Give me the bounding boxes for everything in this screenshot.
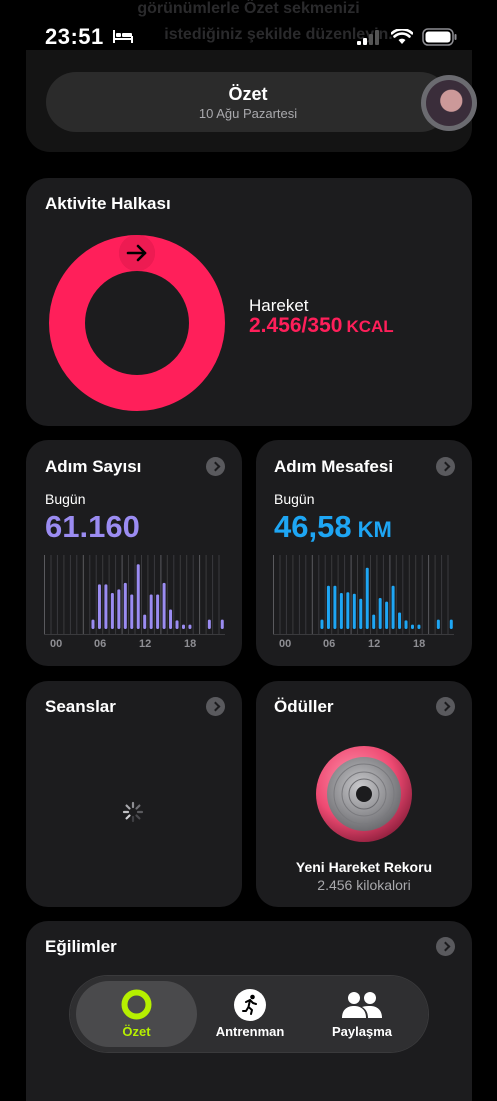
hour-bar xyxy=(156,594,160,629)
chevron-right-icon xyxy=(436,937,455,956)
wifi-icon xyxy=(391,29,413,44)
hour-bar xyxy=(162,582,166,629)
hour-bar xyxy=(143,614,147,629)
steps-axis-label-18: 18 xyxy=(184,638,197,650)
activity-rings-icon xyxy=(121,989,152,1020)
trends-title: Eğilimler xyxy=(45,937,117,956)
awards-card[interactable]: Ödüller Yeni Hareket Rekoru 2.456 kiloka… xyxy=(256,681,472,907)
hour-bar xyxy=(346,592,350,629)
page-date: 10 Ağu Pazartesi xyxy=(198,106,298,121)
tab-workout[interactable]: Antrenman xyxy=(205,981,295,1047)
hour-bar xyxy=(372,614,376,629)
hour-bar xyxy=(149,594,153,629)
tab-sharing-label: Paylaşma xyxy=(332,1024,392,1039)
running-figure-icon xyxy=(234,989,266,1021)
hour-bar xyxy=(320,619,324,629)
distance-axis-label-06: 06 xyxy=(323,638,336,650)
people-icon xyxy=(342,992,382,1018)
steps-card[interactable]: Adım Sayısı Bugün 61.160 00 06 12 18 xyxy=(26,440,242,666)
steps-period: Bugün xyxy=(45,491,86,507)
steps-hourly-chart xyxy=(44,555,225,635)
hour-bar xyxy=(169,609,173,629)
hour-bar xyxy=(404,620,408,629)
hour-bar xyxy=(378,598,382,629)
steps-axis-label-06: 06 xyxy=(94,638,107,650)
hour-bar xyxy=(339,593,343,629)
hour-bar xyxy=(220,619,224,629)
sessions-title: Seanslar xyxy=(45,697,116,716)
activity-ring-card[interactable]: Aktivite Halkası Hareket 2.456/350 KCAL xyxy=(26,178,472,426)
activity-ring-chart xyxy=(49,235,225,411)
award-name: Yeni Hareket Rekoru xyxy=(295,859,433,875)
tab-summary-label: Özet xyxy=(122,1024,151,1039)
chevron-right-icon xyxy=(206,457,225,476)
page-title: Özet xyxy=(228,84,268,104)
awards-title: Ödüller xyxy=(274,697,334,716)
loading-spinner-icon xyxy=(122,801,144,823)
move-ring xyxy=(49,235,225,411)
distance-hourly-chart xyxy=(273,555,454,635)
status-time: 23:51 xyxy=(45,24,104,49)
award-detail: 2.456 kilokalori xyxy=(317,877,411,893)
hour-bar xyxy=(188,624,192,629)
tab-summary[interactable]: Özet xyxy=(76,981,197,1047)
distance-period: Bugün xyxy=(274,491,315,507)
distance-axis-label-00: 00 xyxy=(279,638,292,650)
move-value-row: 2.456/350 KCAL xyxy=(249,314,394,338)
chevron-right-icon xyxy=(436,697,455,716)
hour-bar xyxy=(91,619,95,629)
sessions-card[interactable]: Seanslar xyxy=(26,681,242,907)
award-medal-icon xyxy=(316,746,412,842)
hour-bar xyxy=(181,624,185,629)
steps-axis-label-12: 12 xyxy=(139,638,152,650)
hour-bar xyxy=(104,584,108,629)
hour-bar xyxy=(130,594,134,629)
hour-bar xyxy=(449,619,453,629)
tab-sharing[interactable]: Paylaşma xyxy=(316,981,408,1047)
background-text-line1: görünümlerle Özet sekmenizi xyxy=(137,0,360,17)
hour-bar xyxy=(110,593,114,629)
hour-bar xyxy=(333,585,337,629)
hour-bar xyxy=(326,585,330,629)
steps-value: 61.160 xyxy=(45,509,140,544)
hour-bar xyxy=(359,598,363,629)
distance-title: Adım Mesafesi xyxy=(274,457,394,476)
activity-ring-title: Aktivite Halkası xyxy=(45,194,171,213)
chevron-right-icon xyxy=(206,697,225,716)
hour-bar xyxy=(136,564,140,629)
hour-bar xyxy=(117,589,121,629)
distance-card[interactable]: Adım Mesafesi Bugün 46,58 KM 00 06 12 18 xyxy=(256,440,472,666)
move-unit: KCAL xyxy=(346,317,394,336)
move-value: 2.456/350 xyxy=(249,314,343,337)
distance-value: 46,58 xyxy=(274,509,352,544)
distance-value-row: 46,58 KM xyxy=(274,509,392,545)
distance-axis-label-12: 12 xyxy=(368,638,381,650)
hour-bar xyxy=(391,585,395,629)
hour-bar xyxy=(207,619,211,629)
hour-bar xyxy=(352,593,356,629)
bed-icon xyxy=(113,30,133,43)
move-label: Hareket xyxy=(249,296,309,315)
profile-avatar[interactable] xyxy=(421,75,477,131)
chevron-right-icon xyxy=(436,457,455,476)
distance-axis-label-18: 18 xyxy=(413,638,426,650)
hour-bar xyxy=(410,624,414,629)
hour-bar xyxy=(365,567,369,629)
distance-unit: KM xyxy=(357,517,392,542)
steps-axis-label-00: 00 xyxy=(50,638,63,650)
hour-bar xyxy=(398,612,402,629)
hour-bar xyxy=(385,601,389,629)
tab-workout-label: Antrenman xyxy=(215,1024,285,1039)
hour-bar xyxy=(436,619,440,629)
hour-bar xyxy=(417,624,421,629)
battery-icon xyxy=(422,28,457,46)
steps-title: Adım Sayısı xyxy=(45,457,142,476)
cellular-signal-icon xyxy=(357,30,379,45)
hour-bar xyxy=(97,584,101,629)
hour-bar xyxy=(175,620,179,629)
hour-bar xyxy=(123,582,127,629)
